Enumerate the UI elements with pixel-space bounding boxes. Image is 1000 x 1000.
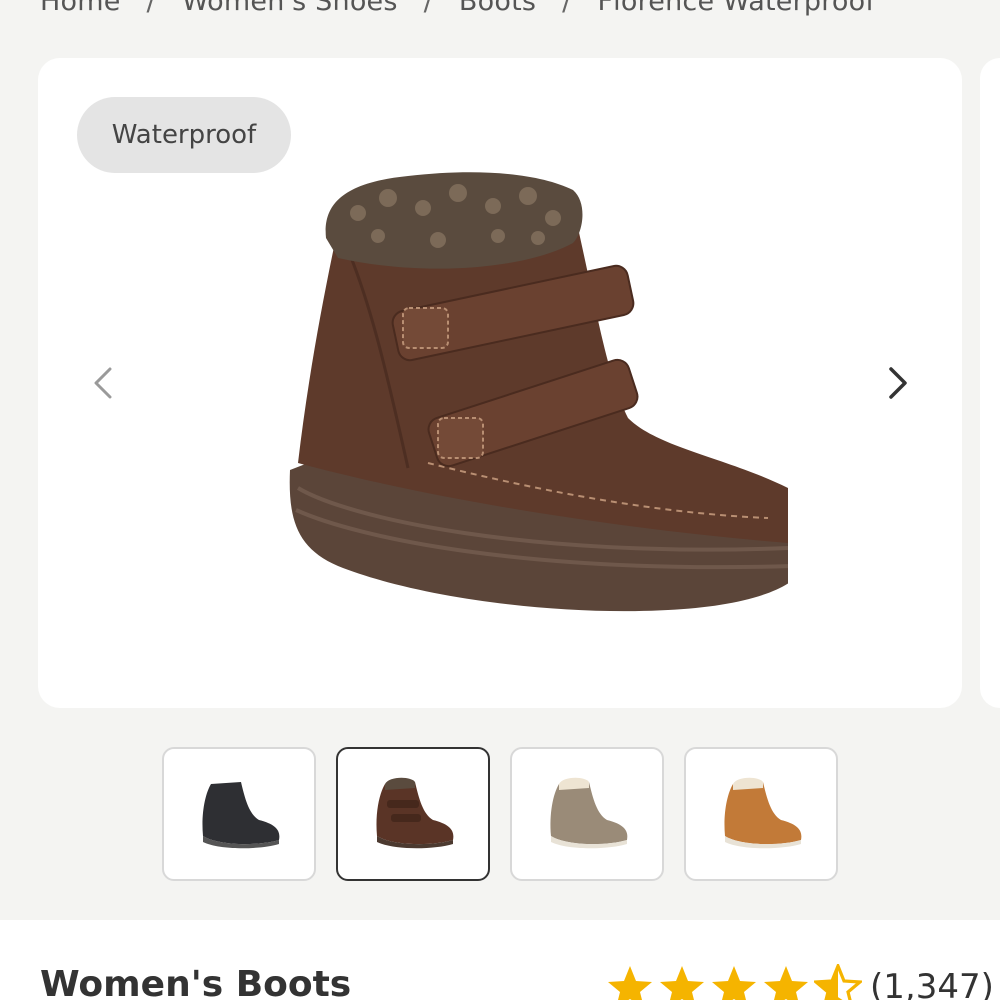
product-title: Women's Boots xyxy=(40,964,352,1000)
camel-boot-thumbnail[interactable] xyxy=(684,747,838,881)
chevron-right-icon xyxy=(889,367,907,399)
brown-boot-thumbnail[interactable] xyxy=(336,747,490,881)
next-image-button[interactable] xyxy=(873,358,923,408)
product-rating[interactable]: (1,347) xyxy=(606,964,994,1000)
product-info: Women's Boots (1,347) xyxy=(0,920,1000,1000)
black-boot-thumbnail[interactable] xyxy=(162,747,316,881)
rating-count[interactable]: (1,347) xyxy=(870,967,994,1000)
half-star-icon xyxy=(814,964,862,1000)
star-icon xyxy=(764,966,808,1000)
breadcrumb-current: Florence Waterproof xyxy=(597,0,876,17)
star-icon xyxy=(712,966,756,1000)
camel-boot-icon xyxy=(724,777,802,849)
product-page: Home / Women's Shoes / Boots / Florence … xyxy=(0,0,1000,1000)
thumbnail-strip xyxy=(162,747,838,881)
star-icon xyxy=(660,966,704,1000)
breadcrumb-separator: / xyxy=(423,0,433,17)
breadcrumb: Home / Women's Shoes / Boots / Florence … xyxy=(40,0,875,17)
breadcrumb-womens-shoes[interactable]: Women's Shoes xyxy=(182,0,398,17)
black-boot-icon xyxy=(202,782,280,849)
brown-boot-image xyxy=(289,172,788,612)
taupe-boot-thumbnail[interactable] xyxy=(510,747,664,881)
previous-image-button[interactable] xyxy=(78,358,128,408)
breadcrumb-separator: / xyxy=(146,0,156,17)
breadcrumb-separator: / xyxy=(562,0,572,17)
taupe-boot-icon xyxy=(550,777,628,849)
product-gallery: Waterproof xyxy=(38,58,962,708)
breadcrumb-boots[interactable]: Boots xyxy=(459,0,536,17)
next-gallery-card-edge xyxy=(980,58,1000,708)
chevron-left-icon xyxy=(94,367,112,399)
star-icon xyxy=(608,966,652,1000)
breadcrumb-home[interactable]: Home xyxy=(40,0,121,17)
brown-boot-icon xyxy=(376,777,454,849)
